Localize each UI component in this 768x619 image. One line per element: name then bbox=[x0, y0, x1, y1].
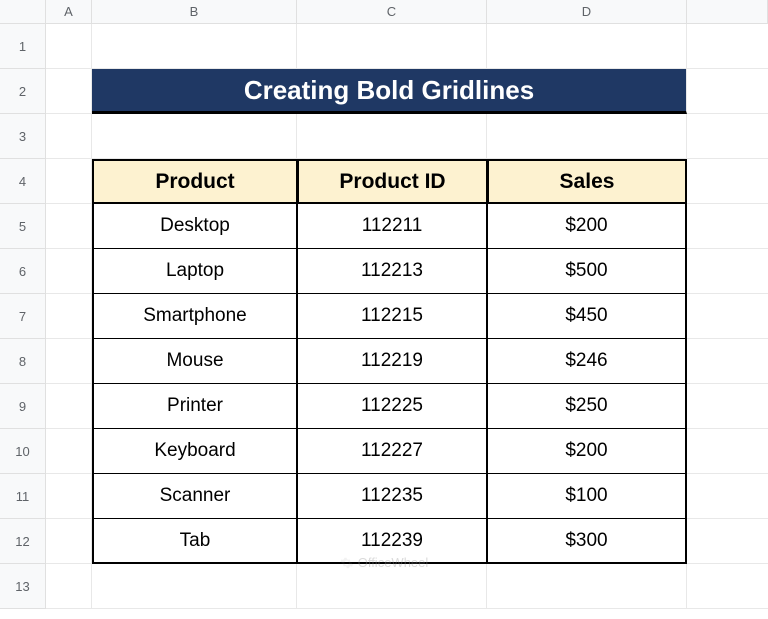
table-row[interactable]: 112239 bbox=[297, 519, 487, 564]
cell-a11[interactable] bbox=[46, 474, 92, 519]
table-header-id[interactable]: Product ID bbox=[297, 159, 487, 204]
table-row[interactable]: $246 bbox=[487, 339, 687, 384]
row-header-4[interactable]: 4 bbox=[0, 159, 46, 204]
cell-e8[interactable] bbox=[687, 339, 768, 384]
table-row[interactable]: Printer bbox=[92, 384, 297, 429]
cell-c13[interactable] bbox=[297, 564, 487, 609]
row-header-5[interactable]: 5 bbox=[0, 204, 46, 249]
table-row[interactable]: Tab bbox=[92, 519, 297, 564]
cell-c1[interactable] bbox=[297, 24, 487, 69]
cell-a10[interactable] bbox=[46, 429, 92, 474]
col-header-b[interactable]: B bbox=[92, 0, 297, 24]
cell-e11[interactable] bbox=[687, 474, 768, 519]
table-header-product[interactable]: Product bbox=[92, 159, 297, 204]
cell-d13[interactable] bbox=[487, 564, 687, 609]
cell-c3[interactable] bbox=[297, 114, 487, 159]
cell-d3[interactable] bbox=[487, 114, 687, 159]
cell-e5[interactable] bbox=[687, 204, 768, 249]
table-row[interactable]: 112235 bbox=[297, 474, 487, 519]
col-header-a[interactable]: A bbox=[46, 0, 92, 24]
table-row[interactable]: 112219 bbox=[297, 339, 487, 384]
cell-a3[interactable] bbox=[46, 114, 92, 159]
cell-e2[interactable] bbox=[687, 69, 768, 114]
table-row[interactable]: 112211 bbox=[297, 204, 487, 249]
row-header-8[interactable]: 8 bbox=[0, 339, 46, 384]
cell-e6[interactable] bbox=[687, 249, 768, 294]
row-header-3[interactable]: 3 bbox=[0, 114, 46, 159]
cell-e7[interactable] bbox=[687, 294, 768, 339]
cell-a9[interactable] bbox=[46, 384, 92, 429]
cell-b3[interactable] bbox=[92, 114, 297, 159]
cell-a8[interactable] bbox=[46, 339, 92, 384]
table-row[interactable]: $450 bbox=[487, 294, 687, 339]
table-row[interactable]: Scanner bbox=[92, 474, 297, 519]
row-header-9[interactable]: 9 bbox=[0, 384, 46, 429]
cell-a6[interactable] bbox=[46, 249, 92, 294]
table-row[interactable]: 112213 bbox=[297, 249, 487, 294]
cell-a1[interactable] bbox=[46, 24, 92, 69]
cell-e3[interactable] bbox=[687, 114, 768, 159]
col-header-c[interactable]: C bbox=[297, 0, 487, 24]
table-header-sales[interactable]: Sales bbox=[487, 159, 687, 204]
table-row[interactable]: 112215 bbox=[297, 294, 487, 339]
spreadsheet-grid[interactable]: A B C D 1 2 Creating Bold Gridlines 3 4 … bbox=[0, 0, 768, 609]
cell-b1[interactable] bbox=[92, 24, 297, 69]
row-header-13[interactable]: 13 bbox=[0, 564, 46, 609]
cell-e10[interactable] bbox=[687, 429, 768, 474]
table-row[interactable]: $500 bbox=[487, 249, 687, 294]
row-header-11[interactable]: 11 bbox=[0, 474, 46, 519]
table-row[interactable]: Keyboard bbox=[92, 429, 297, 474]
table-row[interactable]: Mouse bbox=[92, 339, 297, 384]
cell-e4[interactable] bbox=[687, 159, 768, 204]
table-row[interactable]: 112227 bbox=[297, 429, 487, 474]
col-header-empty bbox=[687, 0, 768, 24]
table-row[interactable]: $200 bbox=[487, 429, 687, 474]
col-header-d[interactable]: D bbox=[487, 0, 687, 24]
cell-a7[interactable] bbox=[46, 294, 92, 339]
table-row[interactable]: $100 bbox=[487, 474, 687, 519]
cell-e9[interactable] bbox=[687, 384, 768, 429]
row-header-7[interactable]: 7 bbox=[0, 294, 46, 339]
cell-e12[interactable] bbox=[687, 519, 768, 564]
cell-a5[interactable] bbox=[46, 204, 92, 249]
row-header-1[interactable]: 1 bbox=[0, 24, 46, 69]
cell-b13[interactable] bbox=[92, 564, 297, 609]
cell-e1[interactable] bbox=[687, 24, 768, 69]
cell-a2[interactable] bbox=[46, 69, 92, 114]
cell-a4[interactable] bbox=[46, 159, 92, 204]
table-row[interactable]: Laptop bbox=[92, 249, 297, 294]
table-row[interactable]: Smartphone bbox=[92, 294, 297, 339]
row-header-2[interactable]: 2 bbox=[0, 69, 46, 114]
select-all-corner[interactable] bbox=[0, 0, 46, 24]
cell-a13[interactable] bbox=[46, 564, 92, 609]
cell-a12[interactable] bbox=[46, 519, 92, 564]
row-header-12[interactable]: 12 bbox=[0, 519, 46, 564]
table-row[interactable]: $200 bbox=[487, 204, 687, 249]
row-header-6[interactable]: 6 bbox=[0, 249, 46, 294]
cell-d1[interactable] bbox=[487, 24, 687, 69]
title-cell[interactable]: Creating Bold Gridlines bbox=[92, 69, 687, 114]
table-row[interactable]: $300 bbox=[487, 519, 687, 564]
cell-e13[interactable] bbox=[687, 564, 768, 609]
table-row[interactable]: 112225 bbox=[297, 384, 487, 429]
table-row[interactable]: $250 bbox=[487, 384, 687, 429]
table-row[interactable]: Desktop bbox=[92, 204, 297, 249]
row-header-10[interactable]: 10 bbox=[0, 429, 46, 474]
